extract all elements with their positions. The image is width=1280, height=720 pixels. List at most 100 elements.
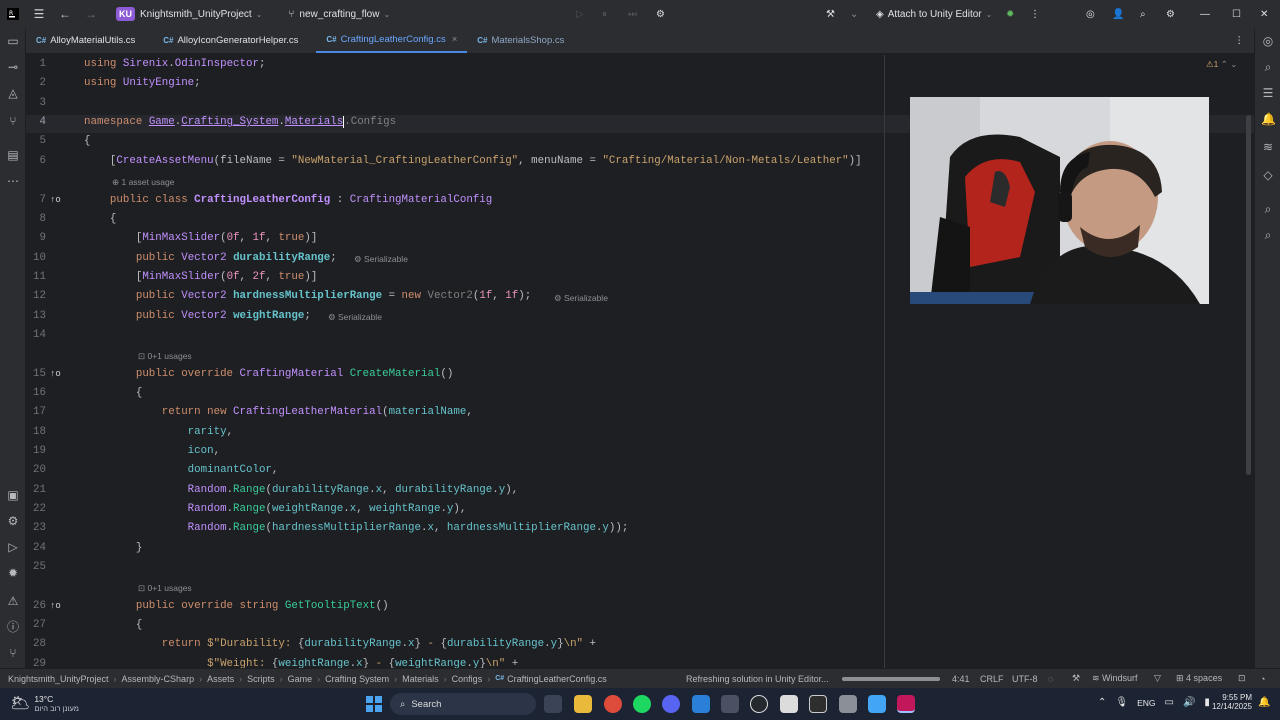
line-separator[interactable]: CRLF	[980, 674, 1004, 684]
asset-usage-hint[interactable]: ⊕ 1 asset usage	[112, 177, 174, 188]
back-icon[interactable]: ←	[52, 0, 78, 28]
network-icon[interactable]: ▭	[1165, 697, 1174, 708]
memory-icon[interactable]: ◔	[1260, 674, 1265, 684]
inspection-icon[interactable]: ◌	[1048, 674, 1053, 684]
structure-icon[interactable]: ▤	[6, 148, 20, 162]
github-icon[interactable]	[750, 695, 768, 713]
pull-request-icon[interactable]: ⑂	[6, 114, 20, 128]
notepad-icon[interactable]	[868, 695, 886, 713]
indent-setting[interactable]: ⊞ 4 spaces	[1176, 673, 1222, 684]
breadcrumb: Knightsmith_UnityProject › Assembly-CShar…	[8, 673, 607, 684]
breadcrumb-item[interactable]: Assembly-CSharp	[122, 674, 195, 684]
unity-editor-icon[interactable]	[839, 695, 857, 713]
cursor-position[interactable]: 4:41	[952, 674, 970, 684]
taskbar-search[interactable]: ⌕ Search	[390, 693, 536, 715]
step-icon[interactable]: ⏭	[622, 0, 643, 28]
windsurf-icon[interactable]: ≋	[1261, 140, 1275, 154]
folder-icon[interactable]: ▭	[6, 34, 20, 48]
tab-alloy-material-utils[interactable]: C# AlloyMaterialUtils.cs	[26, 27, 145, 53]
terminal-icon[interactable]: ▣	[6, 488, 20, 502]
maximize-icon[interactable]: ☐	[1226, 0, 1247, 28]
breadcrumb-item[interactable]: Configs	[452, 674, 483, 684]
mail-icon[interactable]	[692, 695, 710, 713]
hammer-icon[interactable]: ⚒	[820, 0, 841, 28]
breadcrumb-item[interactable]: CraftingLeatherConfig.cs	[507, 674, 607, 684]
debug-icon[interactable]: ⚙	[650, 0, 671, 28]
run-tool-icon[interactable]: ▷	[6, 540, 20, 554]
inspection-widget[interactable]: ⚠1 ⌃ ⌄	[1206, 59, 1237, 70]
notification-bell-icon[interactable]: 🔔	[1258, 697, 1270, 708]
breadcrumb-item[interactable]: Materials	[402, 674, 439, 684]
branch-selector[interactable]: ⑂ new_crafting_flow ⌄	[282, 0, 396, 28]
settings-icon[interactable]: ⚙	[1160, 0, 1181, 28]
microphone-icon[interactable]: 🎙	[1115, 697, 1128, 708]
more-icon[interactable]: ⋮	[1024, 0, 1046, 28]
close-icon[interactable]: ✕	[1254, 0, 1274, 28]
unity-explorer-icon[interactable]: ◬	[6, 86, 20, 100]
volume-icon[interactable]: 🔊	[1183, 697, 1195, 708]
search-icon[interactable]: ⌕	[1134, 0, 1152, 28]
breadcrumb-item[interactable]: Assets	[207, 674, 234, 684]
calculator-icon[interactable]	[721, 695, 739, 713]
unity-hub-icon[interactable]	[809, 695, 827, 713]
file-encoding[interactable]: UTF-8	[1012, 674, 1038, 684]
bug-icon[interactable]: ✹	[1000, 0, 1020, 28]
read-only-icon[interactable]: ⊡	[1238, 673, 1246, 684]
problems-icon[interactable]: ⚠	[6, 594, 20, 608]
breadcrumb-item[interactable]: Crafting System	[325, 674, 389, 684]
windsurf-status[interactable]: ≋ Windsurf	[1092, 673, 1138, 684]
pause-icon[interactable]: ⏸	[596, 0, 613, 28]
breadcrumb-item[interactable]: Scripts	[247, 674, 275, 684]
minimize-icon[interactable]: —	[1194, 0, 1216, 28]
services-icon[interactable]: ⚙	[6, 514, 20, 528]
ai-chat-icon[interactable]: ◎	[1261, 34, 1275, 48]
attach-unity-button[interactable]: ◈ Attach to Unity Editor ⌄	[870, 0, 998, 28]
tab-materials-shop[interactable]: C# MaterialsShop.cs	[467, 27, 574, 53]
weather-widget[interactable]: 🌥 13°C מעונן רוב היום	[10, 693, 79, 713]
breadcrumb-item[interactable]: Game	[288, 674, 313, 684]
override-gutter-icon[interactable]: ↑o	[50, 195, 61, 205]
usages-hint[interactable]: ⊡ 0+1 usages	[138, 583, 192, 594]
debug-tool-icon[interactable]: ✹	[6, 566, 20, 580]
start-button[interactable]	[366, 696, 382, 712]
inspect-icon[interactable]: ⌕	[1261, 228, 1275, 242]
forward-icon[interactable]: →	[78, 0, 104, 28]
breadcrumb-item[interactable]: Knightsmith_UnityProject	[8, 674, 109, 684]
main-menu-icon[interactable]: ☰	[26, 0, 52, 28]
search-everywhere-icon[interactable]: ⌕	[1261, 60, 1275, 74]
editor-scrollbar[interactable]	[1246, 115, 1251, 475]
close-tab-icon[interactable]: ×	[452, 34, 458, 45]
project-selector[interactable]: KU Knightsmith_UnityProject ⌄	[110, 0, 268, 28]
git-icon[interactable]: ⑂	[6, 646, 20, 660]
ai-assistant-icon[interactable]: ◎	[1080, 0, 1101, 28]
commit-icon[interactable]: ⊸	[6, 60, 20, 74]
format-icon[interactable]: ⚒	[1072, 673, 1080, 684]
tray-overflow-icon[interactable]: ⌃	[1098, 697, 1106, 708]
override-gutter-icon[interactable]: ↑o	[50, 601, 61, 611]
file-explorer-icon[interactable]	[574, 695, 592, 713]
chevron-down-icon[interactable]: ⌄	[844, 0, 864, 28]
usages-hint[interactable]: ⊡ 0+1 usages	[138, 351, 192, 362]
tab-list-icon[interactable]: ⋮	[1225, 27, 1255, 53]
info-icon[interactable]: ⓘ	[6, 620, 20, 634]
discord-icon[interactable]	[662, 695, 680, 713]
unit-tests-icon[interactable]: ◇	[1261, 168, 1275, 182]
unity-icon[interactable]	[780, 695, 798, 713]
clock[interactable]: 9:55 PM 12/14/2025	[1206, 693, 1252, 711]
language-indicator[interactable]: ENG	[1137, 698, 1155, 708]
spotify-icon[interactable]	[633, 695, 651, 713]
app-logo-icon[interactable]: R	[0, 0, 26, 28]
rider-icon[interactable]	[897, 695, 915, 713]
tab-alloy-icon-generator-helper[interactable]: C# AlloyIconGeneratorHelper.cs	[153, 27, 308, 53]
filter-icon[interactable]: ▽	[1154, 673, 1161, 684]
more-tools-icon[interactable]: ⋯	[6, 174, 20, 188]
tab-crafting-leather-config[interactable]: C# CraftingLeatherConfig.cs ×	[316, 27, 468, 53]
find-icon[interactable]: ⌕	[1261, 202, 1275, 216]
run-icon[interactable]: ▷	[570, 0, 590, 28]
chrome-icon[interactable]	[604, 695, 622, 713]
notifications-icon[interactable]: 🔔	[1261, 112, 1276, 126]
database-icon[interactable]: ☰	[1261, 86, 1275, 100]
add-user-icon[interactable]: 👤	[1106, 0, 1130, 28]
override-gutter-icon[interactable]: ↑o	[50, 369, 61, 379]
task-view-icon[interactable]	[544, 695, 562, 713]
